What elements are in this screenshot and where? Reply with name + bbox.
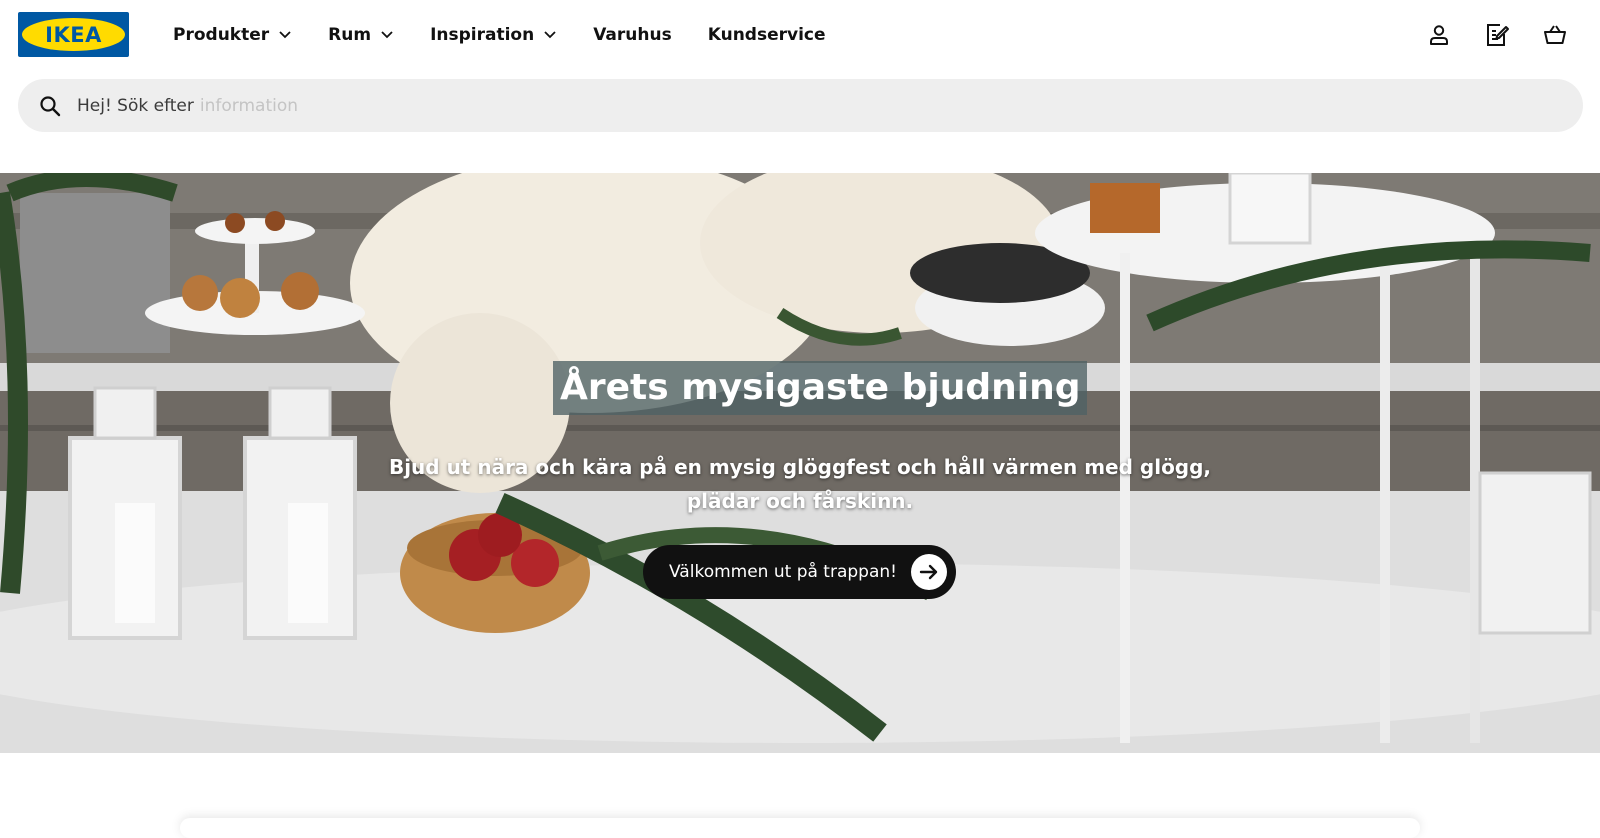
shopping-cart-icon bbox=[1544, 25, 1566, 44]
nav-item-label: Rum bbox=[328, 25, 372, 45]
hero-cta-button[interactable]: Välkommen ut på trappan! bbox=[643, 545, 956, 599]
nav-item-label: Kundservice bbox=[707, 25, 826, 45]
nav-item-inspiration[interactable]: Inspiration bbox=[430, 25, 557, 45]
chevron-down-icon bbox=[279, 31, 291, 39]
hero-subtitle: Bjud ut nära och kära på en mysig glöggf… bbox=[388, 455, 1212, 513]
hero-title: Årets mysigaste bjudning bbox=[553, 361, 1088, 415]
search-bar[interactable]: Hej! Sök efter bbox=[18, 79, 1583, 132]
chevron-down-icon bbox=[544, 31, 556, 39]
nav-item-label: Inspiration bbox=[430, 25, 535, 45]
nav-item-rum[interactable]: Rum bbox=[328, 25, 394, 45]
site-header: IKEA Produkter Rum Inspiration Varuhus K… bbox=[0, 0, 1600, 70]
account-button[interactable] bbox=[1424, 20, 1454, 50]
content-card-edge bbox=[180, 818, 1420, 838]
nav-item-produkter[interactable]: Produkter bbox=[173, 25, 292, 45]
ikea-logo[interactable]: IKEA bbox=[18, 12, 129, 57]
chevron-down-icon bbox=[381, 31, 393, 39]
cta-label: Välkommen ut på trappan! bbox=[669, 562, 897, 582]
nav-item-kundservice[interactable]: Kundservice bbox=[708, 25, 826, 45]
header-actions bbox=[1396, 20, 1570, 50]
logo-text: IKEA bbox=[45, 22, 102, 47]
search-label: Hej! Sök efter bbox=[77, 95, 194, 116]
main-nav: Produkter Rum Inspiration Varuhus Kundse… bbox=[173, 20, 862, 50]
search-icon bbox=[40, 95, 61, 116]
nav-item-label: Varuhus bbox=[593, 25, 672, 45]
cart-button[interactable] bbox=[1540, 20, 1570, 50]
search-input[interactable] bbox=[199, 95, 1400, 116]
user-icon bbox=[1430, 25, 1448, 45]
nav-item-label: Produkter bbox=[173, 25, 270, 45]
shopping-list-icon bbox=[1487, 24, 1509, 46]
hero-banner[interactable]: Årets mysigaste bjudning Bjud ut nära oc… bbox=[0, 173, 1600, 753]
nav-item-varuhus[interactable]: Varuhus bbox=[593, 25, 672, 45]
logo-oval: IKEA bbox=[22, 18, 125, 51]
arrow-right-icon bbox=[911, 554, 947, 590]
shopping-list-button[interactable] bbox=[1482, 20, 1512, 50]
